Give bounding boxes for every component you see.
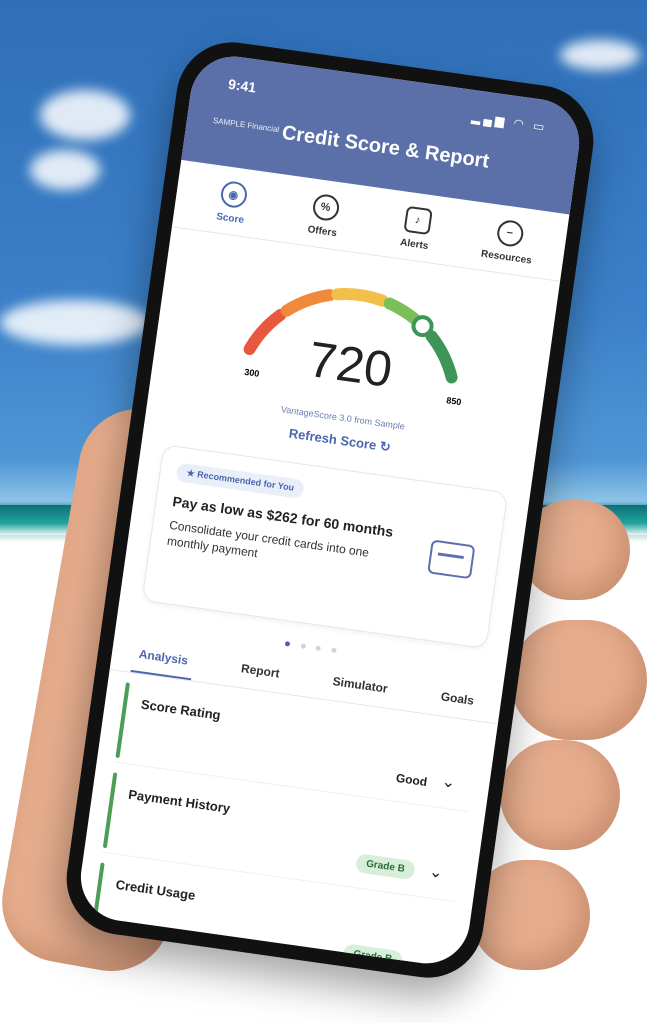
carousel-dot[interactable] (330, 647, 337, 654)
tab-label: Alerts (399, 237, 430, 253)
bell-icon: ♪ (402, 205, 433, 236)
factor-label: Credit Usage (114, 876, 197, 903)
factor-label: Payment History (127, 786, 232, 816)
brand-logo: SAMPLE Financial (212, 115, 280, 135)
hand-finger (510, 620, 647, 740)
score-icon: ◉ (218, 179, 249, 210)
grade-badge: Grade B (354, 853, 416, 881)
chevron-down-icon[interactable]: ⌄ (415, 952, 431, 970)
tab-alerts[interactable]: ♪ Alerts (374, 202, 459, 256)
grade-badge: Grade B (342, 943, 404, 970)
tab-simulator[interactable]: Simulator (324, 665, 395, 708)
factor-label: Score Rating (140, 696, 222, 723)
refresh-icon: ↻ (378, 438, 392, 455)
status-icons: ▂▄▆ ◠ ▭ (470, 109, 549, 135)
tab-report[interactable]: Report (233, 652, 288, 693)
cloud (40, 90, 130, 140)
page-title: Credit Score & Report (280, 121, 491, 173)
credit-card-icon (427, 539, 476, 580)
recommended-badge: ★ Recommended for You (175, 462, 306, 500)
gauge-segment (331, 288, 389, 307)
gauge-segment (280, 289, 336, 317)
phone: 9:41 ▂▄▆ ◠ ▭ SAMPLE Financial Credit Sco… (59, 35, 601, 985)
hand-finger (500, 740, 620, 850)
gauge-max: 850 (445, 395, 463, 408)
tab-analysis[interactable]: Analysis (130, 638, 196, 681)
factor-indicator (102, 772, 118, 849)
status-time: 9:41 (227, 75, 258, 96)
carousel-dot[interactable] (300, 643, 306, 649)
factor-indicator (115, 682, 130, 759)
badge-label: Recommended for You (196, 469, 295, 493)
recommendation-card[interactable]: ★ Recommended for You Pay as low as $262… (141, 444, 509, 650)
cloud (30, 150, 100, 190)
gauge-min: 300 (243, 366, 260, 379)
tab-label: Resources (480, 248, 533, 267)
cloud (0, 300, 150, 345)
tab-offers[interactable]: % Offers (282, 189, 367, 243)
cloud (560, 40, 640, 70)
phone-screen: 9:41 ▂▄▆ ◠ ▭ SAMPLE Financial Credit Sco… (75, 50, 585, 970)
factor-value: Good (395, 770, 429, 790)
tab-goals[interactable]: Goals (432, 681, 482, 721)
refresh-label: Refresh Score (287, 425, 378, 453)
tab-label: Offers (306, 224, 338, 240)
carousel-dot[interactable] (315, 645, 322, 652)
resources-icon: − (495, 218, 525, 249)
chevron-down-icon[interactable]: ⌄ (441, 771, 457, 793)
tab-label: Score (215, 211, 245, 227)
offers-icon: % (310, 192, 341, 223)
score-marker (411, 315, 434, 338)
tab-resources[interactable]: − Resources (466, 215, 551, 269)
tab-score[interactable]: ◉ Score (190, 176, 275, 230)
carousel-dot[interactable] (284, 641, 291, 647)
chevron-down-icon[interactable]: ⌄ (428, 861, 444, 883)
